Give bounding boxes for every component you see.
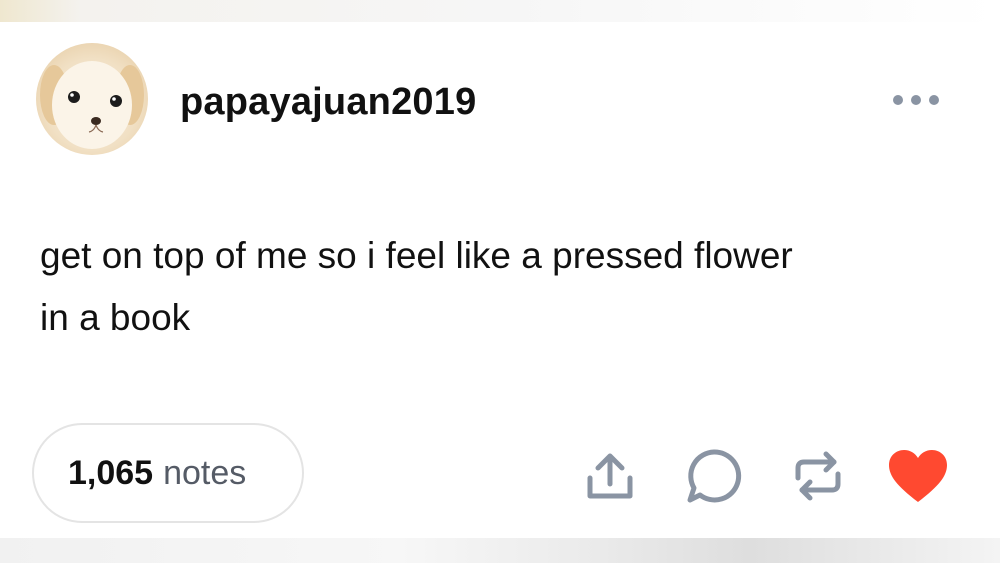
more-dot <box>929 95 939 105</box>
notes-label: notes <box>163 453 247 492</box>
like-button[interactable] <box>886 444 950 508</box>
username[interactable]: papayajuan2019 <box>180 80 476 124</box>
reply-icon <box>687 449 742 503</box>
reblog-icon <box>795 451 841 501</box>
more-horizontal-icon <box>893 95 903 105</box>
top-edge-blur <box>0 0 1000 22</box>
reply-button[interactable] <box>682 444 746 508</box>
notes-count: 1,065 <box>68 453 154 492</box>
more-options-button[interactable] <box>884 84 948 116</box>
notes-button[interactable]: 1,065 notes <box>32 423 304 523</box>
post-card: papayajuan2019 get on top of me so i fee… <box>0 0 1000 563</box>
post-body: get on top of me so i feel like a presse… <box>40 225 960 349</box>
reblog-button[interactable] <box>786 444 850 508</box>
share-button[interactable] <box>578 444 642 508</box>
heart-icon <box>889 450 947 502</box>
avatar[interactable] <box>36 43 148 155</box>
share-icon <box>587 453 633 499</box>
more-dot <box>911 95 921 105</box>
bottom-edge-blur <box>0 538 1000 563</box>
post-text-line: get on top of me so i feel like a presse… <box>40 235 793 276</box>
post-text-line: in a book <box>40 297 191 338</box>
